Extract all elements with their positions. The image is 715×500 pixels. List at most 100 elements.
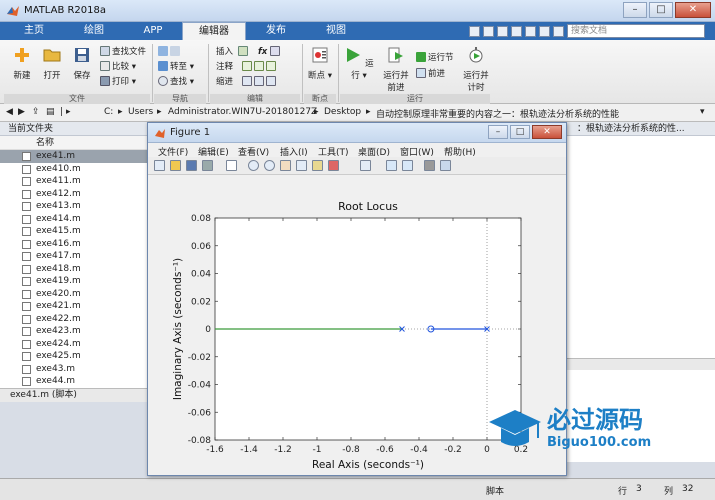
file-item[interactable]: exe416.m: [0, 238, 149, 251]
zoom-in-icon[interactable]: [248, 160, 259, 171]
path-folder[interactable]: 自动控制原理非常重要的内容之一：根轨迹法分析系统的性能: [376, 107, 619, 120]
path-user[interactable]: Administrator.WIN7U-20180127Z: [168, 107, 317, 117]
path-drive[interactable]: C:: [104, 107, 113, 117]
file-item[interactable]: exe43.m: [0, 363, 149, 376]
x-tick-label: -0.8: [342, 445, 360, 455]
back-icon[interactable]: ◀: [6, 107, 13, 117]
browse-icon[interactable]: ▤: [46, 107, 55, 117]
pan-hand-icon[interactable]: [280, 160, 291, 171]
file-item[interactable]: exe414.m: [0, 213, 149, 226]
file-item[interactable]: exe418.m: [0, 263, 149, 276]
colorbar-icon[interactable]: [386, 160, 397, 171]
tab-2[interactable]: APP: [124, 22, 182, 40]
undo-icon[interactable]: [525, 25, 536, 37]
save-icon[interactable]: [469, 25, 480, 37]
advance-icon: [416, 68, 426, 78]
minimize-button[interactable]: –: [623, 2, 647, 18]
compare-button[interactable]: 比较 ▾: [100, 61, 136, 73]
run-button[interactable]: 运行 ▾: [344, 46, 374, 81]
run-section-button[interactable]: 运行节: [416, 52, 454, 64]
group-label-run: 运行: [340, 94, 490, 104]
tab-3[interactable]: 编辑器: [182, 22, 246, 40]
insert-button[interactable]: 插入: [216, 46, 250, 58]
goto-arrow-icon: [158, 61, 168, 71]
figure-maximize-button[interactable]: □: [510, 125, 530, 139]
save-button[interactable]: 保存: [68, 46, 96, 81]
run-and-advance-button[interactable]: 运行并 前进: [380, 46, 412, 93]
file-item[interactable]: exe424.m: [0, 338, 149, 351]
print-button[interactable]: 打印 ▾: [100, 76, 136, 88]
open-file-icon[interactable]: [170, 160, 181, 171]
redo-icon[interactable]: [539, 25, 550, 37]
maximize-button[interactable]: □: [649, 2, 673, 18]
figure-minimize-button[interactable]: –: [488, 125, 508, 139]
tab-5[interactable]: 视图: [306, 22, 366, 40]
path-users[interactable]: Users: [128, 107, 153, 117]
rotate-icon[interactable]: [296, 160, 307, 171]
new-figure-icon[interactable]: [154, 160, 165, 171]
save-figure-icon[interactable]: [186, 160, 197, 171]
comment-button[interactable]: 注释: [216, 61, 278, 73]
show-plot-tools-icon[interactable]: [440, 160, 451, 171]
open-button[interactable]: 打开: [38, 46, 66, 81]
paste-icon[interactable]: [511, 25, 522, 37]
advance-button[interactable]: 前进: [416, 68, 445, 80]
legend-icon[interactable]: [402, 160, 413, 171]
find-files-button[interactable]: 查找文件: [100, 46, 146, 58]
hide-plot-tools-icon[interactable]: [424, 160, 435, 171]
zoom-out-icon[interactable]: [264, 160, 275, 171]
print-figure-icon[interactable]: [202, 160, 213, 171]
path-dropdown-icon[interactable]: ▾: [700, 107, 705, 117]
data-cursor-icon[interactable]: [312, 160, 323, 171]
file-item[interactable]: exe44.m: [0, 375, 149, 388]
file-item[interactable]: exe417.m: [0, 250, 149, 263]
file-item[interactable]: exe425.m: [0, 350, 149, 363]
close-button[interactable]: ✕: [675, 2, 711, 18]
file-name: exe411.m: [36, 176, 81, 186]
file-item[interactable]: exe421.m: [0, 300, 149, 313]
file-item[interactable]: exe413.m: [0, 200, 149, 213]
m-file-icon: [22, 277, 31, 286]
print-label: 打印: [112, 77, 130, 87]
file-name: exe423.m: [36, 326, 81, 336]
name-column-header[interactable]: 名称: [0, 136, 149, 150]
fx-button[interactable]: fx: [258, 46, 282, 58]
brush-icon[interactable]: [328, 160, 339, 171]
figure-close-button[interactable]: ✕: [532, 125, 562, 139]
search-input[interactable]: 搜索文档: [567, 24, 705, 38]
forward-icon[interactable]: ▶: [18, 107, 25, 117]
run-advance-label: 运行并: [383, 71, 409, 81]
file-item[interactable]: exe420.m: [0, 288, 149, 301]
file-item[interactable]: exe410.m: [0, 163, 149, 176]
run-section-icon: [416, 52, 426, 62]
help-icon[interactable]: [553, 25, 564, 37]
cut-icon[interactable]: [483, 25, 494, 37]
file-item[interactable]: exe411.m: [0, 175, 149, 188]
back-forward-buttons[interactable]: [158, 46, 182, 58]
file-item[interactable]: exe412.m: [0, 188, 149, 201]
y-axis-label: Imaginary Axis (seconds⁻¹): [172, 258, 184, 400]
editor-tab-title[interactable]: ：根轨迹法分析系统的性...: [567, 122, 715, 136]
breakpoints-button[interactable]: 断点 ▾: [306, 46, 334, 81]
file-item[interactable]: exe423.m: [0, 325, 149, 338]
path-desktop[interactable]: Desktop: [324, 107, 361, 117]
tab-0[interactable]: 主页: [4, 22, 64, 40]
link-plot-icon[interactable]: [360, 160, 371, 171]
select-arrow-icon[interactable]: [226, 160, 237, 171]
root-icon: ▸: [66, 107, 71, 117]
file-item[interactable]: exe422.m: [0, 313, 149, 326]
goto-button[interactable]: 转至 ▾: [158, 61, 194, 73]
run-time-label: 运行并: [463, 71, 489, 81]
up-folder-icon[interactable]: ⇪: [32, 107, 40, 117]
file-name: exe421.m: [36, 301, 81, 311]
tab-4[interactable]: 发布: [246, 22, 306, 40]
file-item[interactable]: exe415.m: [0, 225, 149, 238]
indent-button[interactable]: 缩进: [216, 76, 278, 88]
copy-icon[interactable]: [497, 25, 508, 37]
find-button[interactable]: 查找 ▾: [158, 76, 194, 88]
run-and-time-button[interactable]: 运行并 计时: [460, 46, 492, 93]
tab-1[interactable]: 绘图: [64, 22, 124, 40]
file-item[interactable]: exe41.m: [0, 150, 149, 163]
file-item[interactable]: exe419.m: [0, 275, 149, 288]
new-button[interactable]: 新建: [8, 46, 36, 81]
